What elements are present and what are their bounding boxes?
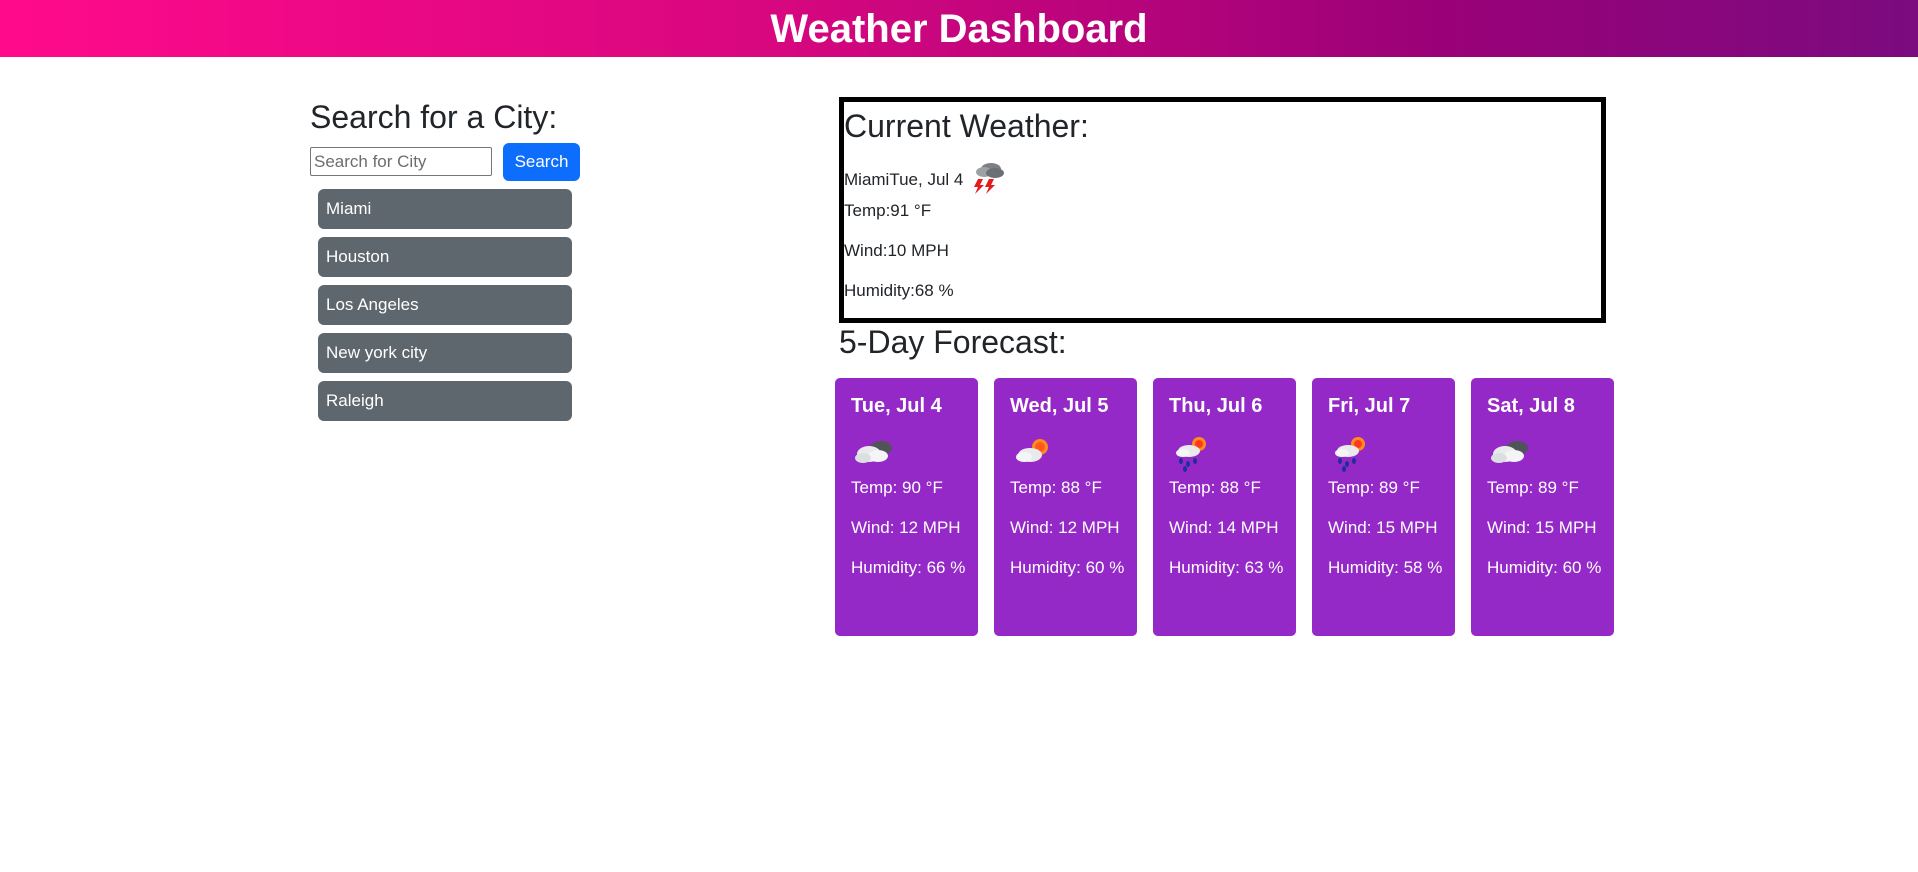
forecast-temp: Temp: 90 °F	[851, 478, 943, 497]
current-wind: Wind:10 MPH	[844, 241, 949, 260]
rain-sun-icon	[1176, 437, 1206, 472]
partly-cloudy-icon	[1016, 439, 1048, 462]
current-temp: Temp:91 °F	[844, 201, 932, 220]
forecast-card-day-1: Tue, Jul 4 Temp: 90 °F Wind: 12 MPH Humi…	[835, 378, 978, 636]
forecast-humidity: Humidity: 60 %	[1487, 558, 1602, 577]
overcast-clouds-icon	[855, 441, 892, 463]
forecast-heading: 5-Day Forecast:	[839, 324, 1067, 360]
forecast-wind: Wind: 15 MPH	[1328, 518, 1438, 537]
history-button-miami[interactable]: Miami	[318, 189, 572, 229]
search-input[interactable]	[310, 147, 492, 176]
rain-sun-icon	[1335, 437, 1365, 472]
history-button-raleigh[interactable]: Raleigh	[318, 381, 572, 421]
current-weather-panel: Current Weather: Miami Tue, Jul 4 Temp:91…	[839, 97, 1606, 323]
current-city-row: Miami Tue, Jul 4	[844, 160, 1013, 200]
search-heading: Search for a City:	[310, 99, 558, 135]
forecast-card-day-3: Thu, Jul 6 Temp: 88 °F Wind: 14 MPH Humi…	[1153, 378, 1296, 636]
forecast-card-day-4: Fri, Jul 7 Temp: 89 °F Wind: 15 MPH Humi…	[1312, 378, 1455, 636]
forecast-temp: Temp: 89 °F	[1487, 478, 1579, 497]
header-bar: Weather Dashboard	[0, 0, 1918, 57]
forecast-date: Tue, Jul 4	[851, 395, 942, 417]
forecast-wind: Wind: 12 MPH	[851, 518, 961, 537]
overcast-clouds-icon	[1491, 441, 1528, 463]
thunderstorm-icon	[974, 163, 1005, 194]
history-button-houston[interactable]: Houston	[318, 237, 572, 277]
forecast-humidity: Humidity: 63 %	[1169, 558, 1284, 577]
forecast-temp: Temp: 88 °F	[1010, 478, 1102, 497]
forecast-humidity: Humidity: 58 %	[1328, 558, 1443, 577]
current-humidity: Humidity:68 %	[844, 281, 954, 300]
forecast-temp: Temp: 88 °F	[1169, 478, 1261, 497]
history-button-los-angeles[interactable]: Los Angeles	[318, 285, 572, 325]
forecast-wind: Wind: 12 MPH	[1010, 518, 1120, 537]
forecast-card-day-2: Wed, Jul 5 Temp: 88 °F Wind: 12 MPH Humi…	[994, 378, 1137, 636]
forecast-date: Sat, Jul 8	[1487, 395, 1575, 417]
forecast-date: Thu, Jul 6	[1169, 395, 1263, 417]
forecast-humidity: Humidity: 66 %	[851, 558, 966, 577]
forecast-date: Fri, Jul 7	[1328, 395, 1411, 417]
forecast-wind: Wind: 15 MPH	[1487, 518, 1597, 537]
forecast-date: Wed, Jul 5	[1010, 395, 1109, 417]
search-history-list: Miami Houston Los Angeles New york city …	[318, 189, 572, 429]
forecast-humidity: Humidity: 60 %	[1010, 558, 1125, 577]
forecast-temp: Temp: 89 °F	[1328, 478, 1420, 497]
current-city: Miami	[844, 170, 890, 189]
history-button-new-york-city[interactable]: New york city	[318, 333, 572, 373]
forecast-wind: Wind: 14 MPH	[1169, 518, 1279, 537]
page-title: Weather Dashboard	[770, 6, 1148, 51]
search-button[interactable]: Search	[503, 143, 580, 181]
current-weather-heading: Current Weather:	[844, 108, 1089, 144]
current-date: Tue, Jul 4	[889, 170, 964, 189]
forecast-card-day-5: Sat, Jul 8 Temp: 89 °F Wind: 15 MPH Humi…	[1471, 378, 1614, 636]
